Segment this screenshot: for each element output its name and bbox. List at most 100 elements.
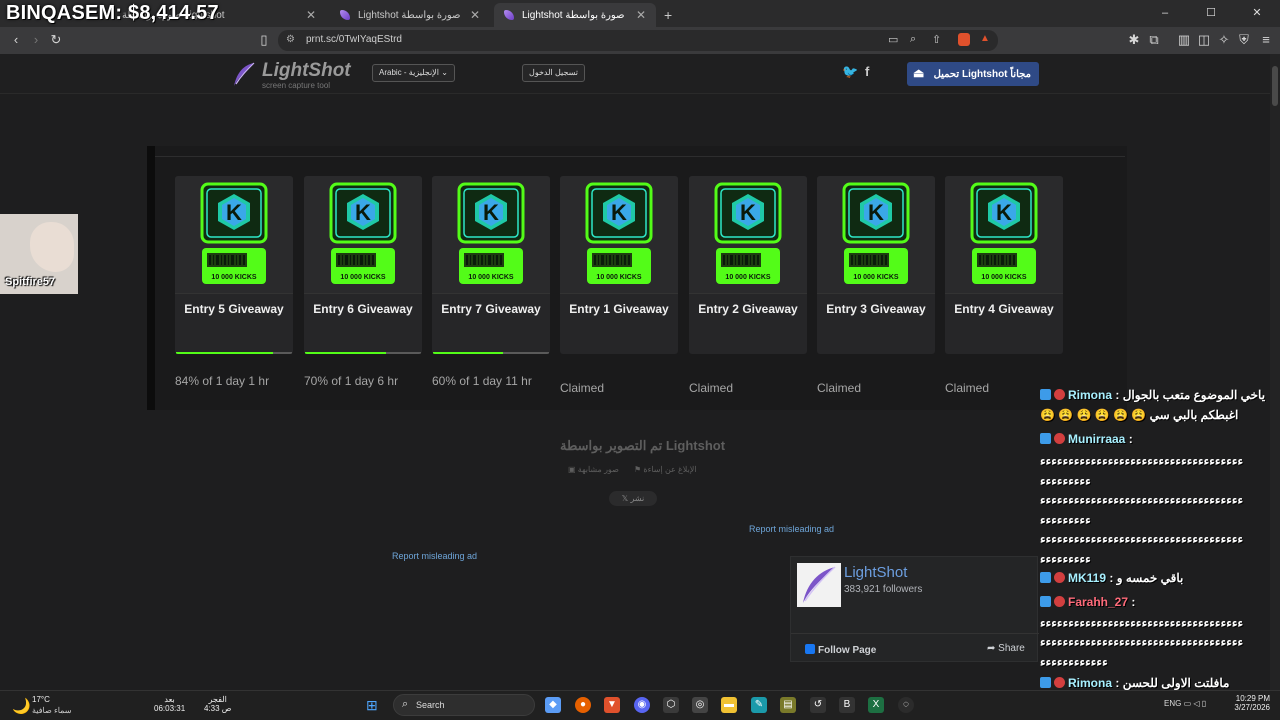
giveaway-card[interactable]: K 10 000 KICKS Entry 4 Giveaway <box>945 176 1063 354</box>
twitter-icon[interactable]: 🐦 <box>842 64 858 80</box>
taskbar-search[interactable]: ⌕ Search <box>393 694 535 716</box>
extensions-icon[interactable]: ✱ <box>1126 32 1142 48</box>
minimize-button[interactable]: – <box>1142 0 1188 27</box>
screenshot-edge <box>147 146 155 410</box>
browser-tab-active[interactable]: Lightshot صورة بواسطة ✕ <box>494 3 656 27</box>
maximize-button[interactable]: ☐ <box>1188 0 1234 27</box>
discord-icon[interactable]: ◉ <box>634 697 650 713</box>
chat-username[interactable]: Rimona <box>1068 388 1112 402</box>
app-icon[interactable]: B <box>839 697 855 713</box>
menu-icon[interactable]: ≡ <box>1258 32 1274 48</box>
address-bar[interactable]: ⚙ prnt.sc/0TwIYaqEStrd ▭ ⌕ ⇧ ▲ <box>278 30 998 51</box>
share-x-button[interactable]: 𝕏 نشر <box>609 491 657 506</box>
browser-tab[interactable]: Lightshot صورة بواسطة ✕ <box>330 3 490 27</box>
chat-message: MK119 : باقي خمسه و <box>1040 571 1280 585</box>
app-icon[interactable]: ✎ <box>751 697 767 713</box>
webcam-hand <box>30 222 74 272</box>
back-icon[interactable]: ‹ <box>8 32 24 48</box>
chat-username[interactable]: Rimona <box>1068 676 1112 690</box>
reload-icon[interactable]: ↻ <box>48 32 64 48</box>
tab-title: Lightshot صورة بواسطة <box>358 9 461 21</box>
file-explorer-icon[interactable]: ▬ <box>721 697 737 713</box>
excel-icon[interactable]: X <box>868 697 884 713</box>
app-icon[interactable]: ↺ <box>810 697 826 713</box>
obs-icon[interactable]: ⬡ <box>663 697 679 713</box>
chat-text: ءءءءءءءءءءءءءءءءءءءءءءءءءءءءءءءءءءءء <box>1040 454 1244 468</box>
screen-icon[interactable]: ▭ <box>888 33 898 46</box>
volume-icon[interactable]: ◁ <box>1193 699 1199 708</box>
brave-rewards-icon[interactable]: ▲ <box>980 33 990 44</box>
report-ad-link[interactable]: Report misleading ad <box>392 551 477 561</box>
network-icon[interactable]: ▭ <box>1184 699 1192 708</box>
giveaway-card[interactable]: K 10 000 KICKS Entry 1 Giveaway <box>560 176 678 354</box>
follow-page-button[interactable]: Follow Page <box>805 644 876 656</box>
giveaway-card[interactable]: K 10 000 KICKS Entry 2 Giveaway <box>689 176 807 354</box>
card-title: Entry 2 Giveaway <box>698 302 798 316</box>
language-select[interactable]: Arabic - الإنجليزية ⌄ <box>372 64 455 82</box>
logo-subtitle: screen capture tool <box>262 81 331 90</box>
app-icon[interactable]: ▤ <box>780 697 796 713</box>
claimed-status: Claimed <box>945 381 990 395</box>
chat-username[interactable]: Munirraaa <box>1068 432 1125 446</box>
download-icon: ⏏ <box>913 66 925 80</box>
report-ad-link[interactable]: Report misleading ad <box>749 524 834 534</box>
login-button[interactable]: تسجيل الدخول <box>522 64 585 82</box>
share-label: نشر <box>630 494 645 503</box>
close-tab-icon[interactable]: ✕ <box>636 8 646 22</box>
zoom-icon[interactable]: ⌕ <box>910 33 916 46</box>
kick-ticket-image: K 10 000 KICKS <box>817 176 935 294</box>
chat-username[interactable]: Farahh_27 <box>1068 595 1128 609</box>
app-icon[interactable]: ◎ <box>692 697 708 713</box>
prayer-widget: الفجر 4:33 ص <box>204 695 231 713</box>
leo-icon[interactable]: ✧ <box>1216 32 1232 48</box>
download-button[interactable]: ⏏ تحميل Lightshot مجاناً <box>907 62 1039 86</box>
chat-username[interactable]: MK119 <box>1068 571 1106 585</box>
forward-icon[interactable]: › <box>28 32 44 48</box>
close-window-button[interactable]: ✕ <box>1234 0 1280 27</box>
brave-icon[interactable]: ▼ <box>604 697 620 713</box>
claimed-status: Claimed <box>817 381 862 395</box>
vpn-icon[interactable]: ⛨ <box>1236 32 1252 48</box>
divider <box>155 156 1125 157</box>
taskbar-clock[interactable]: 10:29 PM 3/27/2026 <box>1226 694 1270 712</box>
wallet-icon[interactable]: ◫ <box>1196 32 1212 48</box>
sub-badge-icon <box>1040 596 1051 607</box>
page-avatar[interactable] <box>797 563 841 607</box>
similar-images-link[interactable]: ▣ صور مشابهة <box>568 465 619 474</box>
battery-icon[interactable]: ▯ <box>1202 699 1206 708</box>
url-text: prnt.sc/0TwIYaqEStrd <box>306 34 402 45</box>
windows-start-icon[interactable]: ⊞ <box>366 697 378 714</box>
kick-ticket-image: K 10 000 KICKS <box>945 176 1063 294</box>
system-tray: ENG ▭ ◁ ▯ <box>1164 699 1206 708</box>
scrollbar-thumb[interactable] <box>1272 66 1278 106</box>
giveaway-card[interactable]: K 10 000 KICKS Entry 7 Giveaway <box>432 176 550 354</box>
kick-ticket-image: K 10 000 KICKS <box>560 176 678 294</box>
bookmark-icon[interactable]: ▯ <box>256 32 272 48</box>
close-tab-icon[interactable]: ✕ <box>306 8 316 22</box>
share-icon[interactable]: ⇧ <box>932 33 941 46</box>
language-indicator[interactable]: ENG <box>1164 699 1181 708</box>
followers-count: 383,921 followers <box>844 584 923 595</box>
share-label: Share <box>998 643 1025 654</box>
new-tab-button[interactable]: + <box>660 3 680 27</box>
page-name[interactable]: LightShot <box>844 564 907 581</box>
sidebar-icon[interactable]: ▥ <box>1176 32 1192 48</box>
close-tab-icon[interactable]: ✕ <box>470 8 480 22</box>
report-abuse-link[interactable]: ⚑ الإبلاغ عن إساءة <box>634 465 697 474</box>
facebook-icon <box>805 644 815 654</box>
giveaway-card[interactable]: K 10 000 KICKS Entry 3 Giveaway <box>817 176 935 354</box>
site-info-icon[interactable]: ⚙ <box>286 34 295 45</box>
flag-icon: ⚑ <box>634 465 644 474</box>
sync-icon[interactable]: ⧉ <box>1146 32 1162 48</box>
share-page-button[interactable]: ➦ Share <box>987 643 1025 654</box>
svg-text:K: K <box>868 200 884 225</box>
brave-shield-icon[interactable] <box>958 33 970 46</box>
copilot-icon[interactable]: ◆ <box>545 697 561 713</box>
facebook-icon[interactable]: f <box>865 64 869 79</box>
giveaway-card[interactable]: K 10 000 KICKS Entry 6 Giveaway <box>304 176 422 354</box>
chat-text: ءءءءءءءءءءءءءءءءءءءءءءءءءءءءءءءءءءءء <box>1040 532 1244 546</box>
progress-bar <box>305 352 421 354</box>
giveaway-card[interactable]: K 10 000 KICKS Entry 5 Giveaway <box>175 176 293 354</box>
firefox-icon[interactable]: ● <box>575 697 591 713</box>
app-icon[interactable]: ◌ <box>898 697 914 713</box>
